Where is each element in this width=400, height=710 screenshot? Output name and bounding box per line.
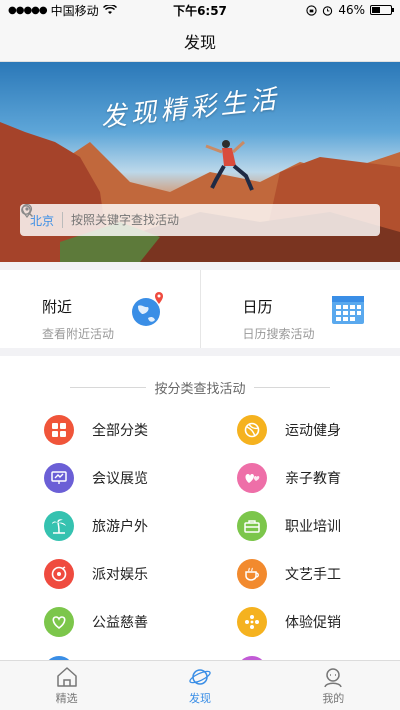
heart-icon xyxy=(44,607,74,637)
tab-label: 发现 xyxy=(188,691,211,705)
category-label: 会议展览 xyxy=(92,471,148,487)
wifi-icon xyxy=(102,5,117,14)
ball-icon xyxy=(237,415,267,445)
tab-discover[interactable]: 发现 xyxy=(133,661,266,710)
category-section: 按分类查找活动 全部分类 运动健身 会议展览 亲子教育 旅游户外 职业培训 派对… xyxy=(0,356,400,660)
lock-rotation-icon xyxy=(306,4,317,16)
category-travel[interactable]: 旅游户外 xyxy=(44,511,148,541)
globe-pin-icon xyxy=(131,292,163,326)
hero-banner[interactable]: 发现精彩生活 北京 xyxy=(0,62,400,262)
tab-bar: 精选 发现 我的 xyxy=(0,660,400,710)
nearby-title: 附近 xyxy=(42,298,73,316)
header-line-right xyxy=(253,387,330,388)
search-icon xyxy=(21,205,33,217)
category-label: 亲子教育 xyxy=(285,471,341,487)
hearts-icon xyxy=(237,463,267,493)
grid-icon xyxy=(44,415,74,445)
status-bar: ●●●●● 中国移动 下午6:57 46% xyxy=(0,0,400,20)
battery-icon xyxy=(370,5,394,15)
palm-icon xyxy=(44,511,74,541)
page-title: 发现 xyxy=(183,32,216,52)
category-label: 旅游户外 xyxy=(92,519,148,535)
category-exhibition[interactable]: 会议展览 xyxy=(44,463,148,493)
category-promotion[interactable]: 体验促销 xyxy=(237,607,341,637)
category-header-text: 按分类查找活动 xyxy=(154,382,246,397)
calendar-icon xyxy=(332,296,364,324)
category-parenting[interactable]: 亲子教育 xyxy=(237,463,341,493)
tab-label: 我的 xyxy=(322,691,345,705)
user-icon xyxy=(324,667,343,687)
tab-mine[interactable]: 我的 xyxy=(267,661,400,710)
alarm-icon xyxy=(323,5,333,16)
nav-bar: 发现 xyxy=(0,20,400,62)
category-sports[interactable]: 运动健身 xyxy=(237,415,341,445)
battery-percent: 46% xyxy=(338,3,365,17)
tab-label: 精选 xyxy=(55,691,78,705)
category-header: 按分类查找活动 xyxy=(0,378,400,397)
calendar-entry[interactable]: 日历 日历搜索活动 xyxy=(199,270,400,348)
nearby-entry[interactable]: 附近 查看附近活动 xyxy=(0,270,200,348)
nearby-subtitle: 查看附近活动 xyxy=(42,327,115,341)
category-label: 体验促销 xyxy=(285,615,341,631)
board-icon xyxy=(44,463,74,493)
category-label: 全部分类 xyxy=(92,423,148,439)
cup-icon xyxy=(237,559,267,589)
quick-entries: 附近 查看附近活动 日历 日历搜索活动 xyxy=(0,270,400,348)
planet-icon xyxy=(189,668,211,685)
dots-icon xyxy=(237,607,267,637)
home-icon xyxy=(56,666,77,687)
carrier-label: 中国移动 xyxy=(50,3,99,18)
category-training[interactable]: 职业培训 xyxy=(237,511,341,541)
category-all[interactable]: 全部分类 xyxy=(44,415,148,445)
calendar-subtitle: 日历搜索活动 xyxy=(242,327,315,341)
category-label: 运动健身 xyxy=(285,423,341,439)
disc-icon xyxy=(44,559,74,589)
header-line-left xyxy=(70,387,147,388)
search-divider xyxy=(62,212,64,228)
category-label: 文艺手工 xyxy=(285,567,341,583)
signal-icon: ●●●●● xyxy=(8,4,48,16)
battery-level xyxy=(372,7,381,13)
category-charity[interactable]: 公益慈善 xyxy=(44,607,148,637)
category-label: 派对娱乐 xyxy=(92,567,148,583)
category-label: 职业培训 xyxy=(285,519,341,535)
search-input[interactable] xyxy=(71,213,370,227)
category-crafts[interactable]: 文艺手工 xyxy=(237,559,341,589)
category-party[interactable]: 派对娱乐 xyxy=(44,559,148,589)
tab-featured[interactable]: 精选 xyxy=(0,661,133,710)
category-label: 公益慈善 xyxy=(92,615,148,631)
search-bar[interactable]: 北京 xyxy=(20,204,380,236)
briefcase-icon xyxy=(237,511,267,541)
calendar-title: 日历 xyxy=(242,298,273,316)
